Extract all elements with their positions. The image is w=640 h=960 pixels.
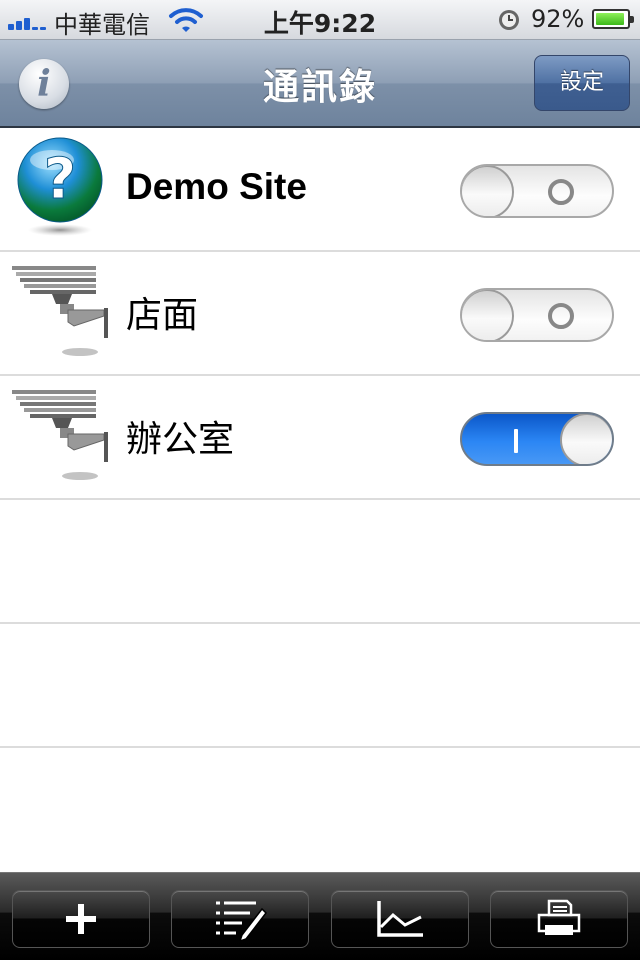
battery-icon (592, 9, 634, 29)
empty-row (0, 500, 640, 624)
help-globe-icon: ? (17, 137, 103, 236)
site-label: 店面 (126, 295, 199, 336)
site-label: Demo Site (126, 166, 307, 207)
battery-percent: 92% (531, 5, 585, 33)
nav-bar: i 通訊錄 設定 (0, 40, 640, 128)
empty-row (0, 624, 640, 748)
settings-button[interactable]: 設定 (534, 55, 630, 111)
site-row-demo[interactable]: ? Demo Site (0, 128, 640, 252)
site-row-office[interactable]: 辦公室 (0, 376, 640, 500)
site-toggle-office[interactable] (460, 412, 614, 466)
security-camera-icon (12, 266, 108, 356)
security-camera-icon (12, 390, 108, 480)
site-toggle-storefront[interactable] (460, 288, 614, 342)
alarm-clock-icon (499, 10, 519, 30)
site-row-storefront[interactable]: 店面 (0, 252, 640, 376)
svg-text:?: ? (44, 147, 76, 212)
status-bar: 中華電信 上午9:22 92% (0, 0, 640, 40)
battery-fill (596, 13, 624, 25)
chart-icon (377, 901, 423, 937)
add-icon (66, 904, 96, 934)
site-toggle-demo[interactable] (460, 164, 614, 218)
edit-list-button[interactable] (171, 890, 309, 948)
bottom-toolbar (0, 872, 640, 960)
site-label: 辦公室 (126, 419, 235, 460)
chart-button[interactable] (331, 890, 469, 948)
add-button[interactable] (12, 890, 150, 948)
edit-list-icon (216, 901, 267, 941)
print-icon (537, 899, 581, 935)
print-button[interactable] (490, 890, 628, 948)
